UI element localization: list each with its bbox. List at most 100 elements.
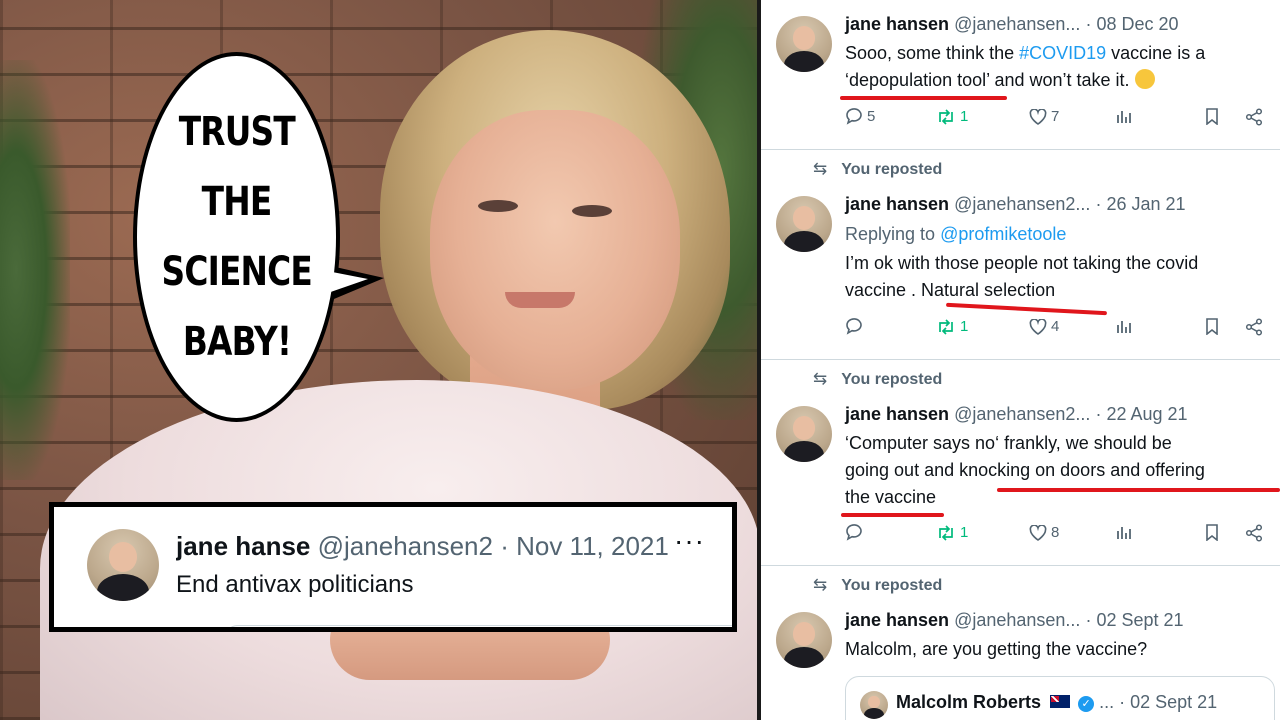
quoted-author-name[interactable]: Malcolm Roberts [896,692,1041,712]
person-eye-left [478,200,518,212]
avatar[interactable] [87,529,159,601]
foliage-left [0,60,70,480]
speech-bubble-line: BABY! [182,319,291,365]
tweet-date-prefix: · [500,531,509,561]
hashtag-link[interactable]: #COVID19 [1019,43,1106,63]
repost-button[interactable]: 1 [936,108,968,125]
author-name[interactable]: jane hansen [845,610,949,630]
quoted-date[interactable]: · 02 Sept 21 [1119,692,1217,712]
tweet-text-line: Malcolm, are you getting the vaccine? [845,639,1148,659]
views-icon [1117,111,1131,123]
more-options-icon[interactable]: ··· [674,525,705,557]
views-button[interactable] [1116,108,1132,124]
reply-button[interactable]: 5 [845,108,875,125]
like-icon [1029,108,1047,125]
reply-icon [846,524,862,541]
repost-button[interactable]: 1 [936,318,968,335]
like-button[interactable]: 4 [1029,318,1059,335]
tweet-text: Malcolm, are you getting the vaccine? [845,636,1280,663]
repost-button[interactable]: 1 [936,524,968,541]
repost-icon: ⇆ [813,575,828,594]
tweet-text-segment: ‘depopulation tool’ and won’t take it. [845,70,1130,90]
repost-icon [939,108,953,125]
speech-bubble-tail-fill [322,270,368,295]
like-count: 7 [1051,108,1060,125]
avatar[interactable] [776,196,832,252]
views-button[interactable] [1116,318,1132,334]
tweet-date[interactable]: · 02 Sept 21 [1085,610,1183,630]
photo-panel: TRUST THE SCIENCE BABY! jane hanse @jane… [0,0,757,720]
author-name[interactable]: jane hansen [845,404,949,424]
author-name[interactable]: jane hansen [845,194,949,214]
tweet-text-line: ‘Computer says no‘ frankly, we should be [845,433,1172,453]
avatar[interactable] [776,406,832,462]
like-button[interactable]: 8 [1029,524,1059,541]
avatar[interactable] [776,16,832,72]
tweet-actions: 1 8 [845,524,1265,548]
repost-icon: ⇆ [813,369,828,388]
share-button[interactable] [1245,524,1263,542]
tweet-date[interactable]: · 22 Aug 21 [1095,404,1187,424]
bookmark-icon [1206,524,1218,541]
tweet-text: Replying to @profmiketoole I’m ok with t… [845,221,1280,304]
reply-button[interactable] [845,524,867,541]
author-handle[interactable]: @janehansen2... [954,194,1090,214]
like-count: 4 [1051,318,1060,335]
share-button[interactable] [1245,318,1263,336]
repost-indicator: ⇆ You reposted [813,159,942,179]
author-handle[interactable]: @janehansen... [954,610,1080,630]
bookmark-button[interactable] [1205,318,1219,335]
quoted-tweet-card[interactable]: Malcolm Roberts ✓ ... · 02 Sept 21 [845,676,1275,720]
reply-button[interactable] [845,318,867,335]
repost-indicator: ⇆ You reposted [813,369,942,389]
person-mouth [505,292,575,308]
author-name[interactable]: jane hanse [176,531,310,561]
bookmark-button[interactable] [1205,524,1219,541]
repost-icon [939,524,953,541]
tweet-header: jane hansen @janehansen2... · 22 Aug 21 [845,404,1188,425]
author-name[interactable]: jane hansen [845,14,949,34]
views-icon [1117,527,1131,539]
thinking-emoji-icon [1134,69,1155,89]
verified-icon: ✓ [1078,696,1095,712]
tweet-date[interactable]: · 08 Dec 20 [1085,14,1178,34]
tweet-post[interactable]: ⇆ You reposted jane hansen @janehansen2..… [761,150,1280,360]
share-icon [1245,318,1263,336]
repost-indicator: ⇆ You reposted [813,575,942,595]
like-button[interactable]: 7 [1029,108,1059,125]
tweet-text-line: I’m ok with those people not taking the … [845,253,1199,273]
reply-icon [846,318,862,335]
author-handle[interactable]: @janehansen2 [318,531,493,561]
tweet-post[interactable]: ⇆ You reposted jane hansen @janehansen2..… [761,360,1280,566]
avatar[interactable] [860,691,888,719]
red-underline-annotation [841,513,944,517]
embedded-tweet-card[interactable]: jane hanse @janehansen2 · Nov 11, 2021 ·… [49,502,737,632]
red-underline-annotation [997,488,1280,492]
tweet-date[interactable]: · 26 Jan 21 [1095,194,1185,214]
author-handle[interactable]: @janehansen... [954,14,1080,34]
flag-icon [1050,695,1071,708]
tweet-header: jane hansen @janehansen... · 08 Dec 20 [845,14,1179,35]
quoted-tweet-header: Malcolm Roberts ✓ ... · 02 Sept 21 [896,692,1217,713]
avatar[interactable] [776,612,832,668]
tweet-date[interactable]: Nov 11, 2021 [516,531,669,561]
like-icon [1029,524,1047,541]
share-button[interactable] [1245,108,1263,126]
repost-icon [939,318,953,335]
replying-label: Replying to [845,224,941,244]
tweet-text-segment: vaccine is a [1106,43,1206,63]
tweet-text-line: going out and knocking on doors and offe… [845,460,1205,480]
like-count: 8 [1051,524,1060,541]
repost-count: 1 [960,318,969,335]
quoted-more: ... [1099,692,1115,712]
tweet-post[interactable]: jane hansen @janehansen... · 08 Dec 20 S… [761,0,1280,150]
views-button[interactable] [1116,524,1132,540]
bookmark-button[interactable] [1205,108,1219,125]
tweet-text: Sooo, some think the #COVID19 vaccine is… [845,40,1280,94]
author-handle[interactable]: @janehansen2... [954,404,1090,424]
tweet-timeline[interactable]: jane hansen @janehansen... · 08 Dec 20 S… [757,0,1280,720]
repost-count: 1 [960,524,969,541]
speech-bubble-line: SCIENCE [161,249,312,295]
speech-bubble-line: THE [201,179,273,225]
mention-link[interactable]: @profmiketoole [940,224,1066,244]
